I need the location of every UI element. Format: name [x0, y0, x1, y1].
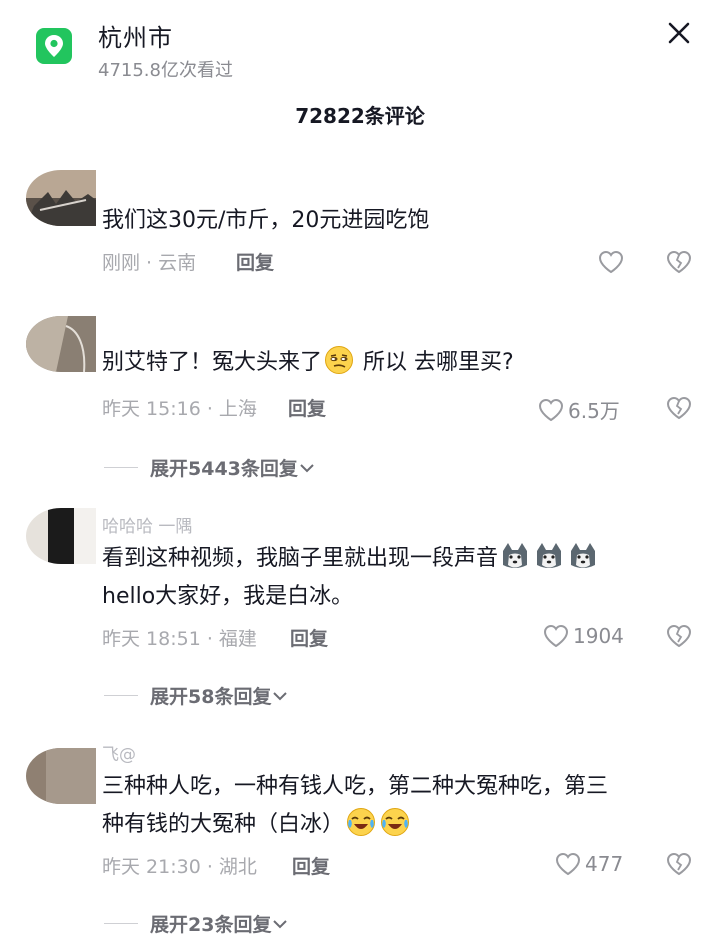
comment-text: 别艾特了！冤大头来了 所以 去哪里买?: [102, 344, 692, 382]
comment-text-part: 看到这种视频，我脑子里就出现一段声音: [102, 546, 499, 571]
expand-replies-button[interactable]: 展开58条回复: [104, 682, 289, 709]
dislike-button[interactable]: [666, 852, 692, 878]
like-button[interactable]: 6.5万: [538, 395, 620, 424]
reply-button[interactable]: 回复: [236, 248, 274, 275]
comment-author[interactable]: 哈哈哈 一隅: [102, 512, 192, 537]
broken-heart-icon: [666, 396, 692, 420]
laugh-cry-emoji-icon: [347, 808, 376, 836]
view-count: 4715.8亿次看过: [98, 60, 233, 81]
close-icon: [668, 22, 690, 44]
comment-time-location: 昨天 15:16 · 上海: [102, 398, 257, 420]
comment-text: 三种种人吃，一种有钱人吃，第二种大冤种吃，第三 种有钱的大冤种（白冰）: [102, 768, 692, 844]
dislike-button[interactable]: [666, 396, 692, 422]
like-button[interactable]: 1904: [543, 624, 624, 648]
heart-icon: [598, 250, 624, 274]
comment-text-line: hello大家好，我是白冰。: [102, 584, 354, 609]
like-count: 6.5万: [568, 399, 620, 423]
heart-icon: [555, 852, 581, 876]
broken-heart-icon: [666, 624, 692, 648]
broken-heart-icon: [666, 250, 692, 274]
reply-button[interactable]: 回复: [290, 624, 328, 651]
comments-panel: 杭州市 4715.8亿次看过 72822条评论 我们这30元/市斤，20元进园吃…: [0, 0, 720, 945]
comment-text: 我们这30元/市斤，20元进园吃饱: [102, 208, 430, 233]
comment-text-part: 别艾特了！冤大头来了: [102, 350, 323, 375]
dislike-button[interactable]: [666, 624, 692, 650]
comment-time-location: 昨天 18:51 · 福建: [102, 628, 257, 650]
divider: [104, 923, 138, 924]
broken-heart-icon: [666, 852, 692, 876]
husky-emoji-icon: [503, 543, 528, 568]
reply-button[interactable]: 回复: [292, 852, 330, 879]
laugh-cry-emoji-icon: [381, 808, 410, 836]
like-button[interactable]: [598, 250, 624, 274]
location-title[interactable]: 杭州市: [98, 18, 173, 53]
comment-text-part: 所以 去哪里买?: [356, 350, 514, 375]
expand-replies-label: 展开5443条回复: [150, 458, 298, 480]
like-count: 1904: [573, 624, 624, 648]
expand-replies-label: 展开58条回复: [150, 686, 272, 708]
avatar[interactable]: [26, 316, 96, 372]
comment-author[interactable]: 飞@: [102, 740, 136, 765]
expand-replies-label: 展开23条回复: [150, 914, 272, 936]
comment-text-line: 看到这种视频，我脑子里就出现一段声音: [102, 540, 692, 578]
chevron-down-icon: [273, 691, 288, 700]
heart-icon: [543, 624, 569, 648]
close-button[interactable]: [664, 18, 694, 48]
avatar[interactable]: [26, 748, 96, 804]
expand-replies-button[interactable]: 展开23条回复: [104, 910, 289, 937]
reply-button[interactable]: 回复: [288, 394, 326, 421]
divider: [104, 467, 138, 468]
chevron-down-icon: [273, 919, 288, 928]
comment-time-location: 昨天 21:30 · 湖北: [102, 856, 257, 878]
expand-replies-button[interactable]: 展开5443条回复: [104, 454, 316, 481]
location-pin-icon[interactable]: [36, 28, 72, 64]
comment-text: 看到这种视频，我脑子里就出现一段声音 hello大家好，我是白冰。: [102, 540, 692, 616]
husky-emoji-icon: [537, 543, 562, 568]
husky-emoji-icon: [571, 543, 596, 568]
avatar[interactable]: [26, 508, 96, 564]
avatar[interactable]: [26, 170, 96, 226]
comment-text-line: 种有钱的大冤种（白冰）: [102, 806, 692, 844]
like-count: 477: [585, 852, 624, 876]
comment-count: 72822条评论: [295, 104, 425, 128]
like-button[interactable]: 477: [555, 852, 623, 876]
dislike-button[interactable]: [666, 250, 692, 276]
comment-text-line: 三种种人吃，一种有钱人吃，第二种大冤种吃，第三: [102, 774, 609, 799]
heart-icon: [538, 398, 564, 421]
divider: [104, 695, 138, 696]
chevron-down-icon: [300, 463, 314, 472]
comment-time-location: 刚刚 · 云南: [102, 252, 197, 274]
comment-text-part: 种有钱的大冤种（白冰）: [102, 812, 345, 837]
smirk-emoji-icon: [325, 346, 354, 374]
